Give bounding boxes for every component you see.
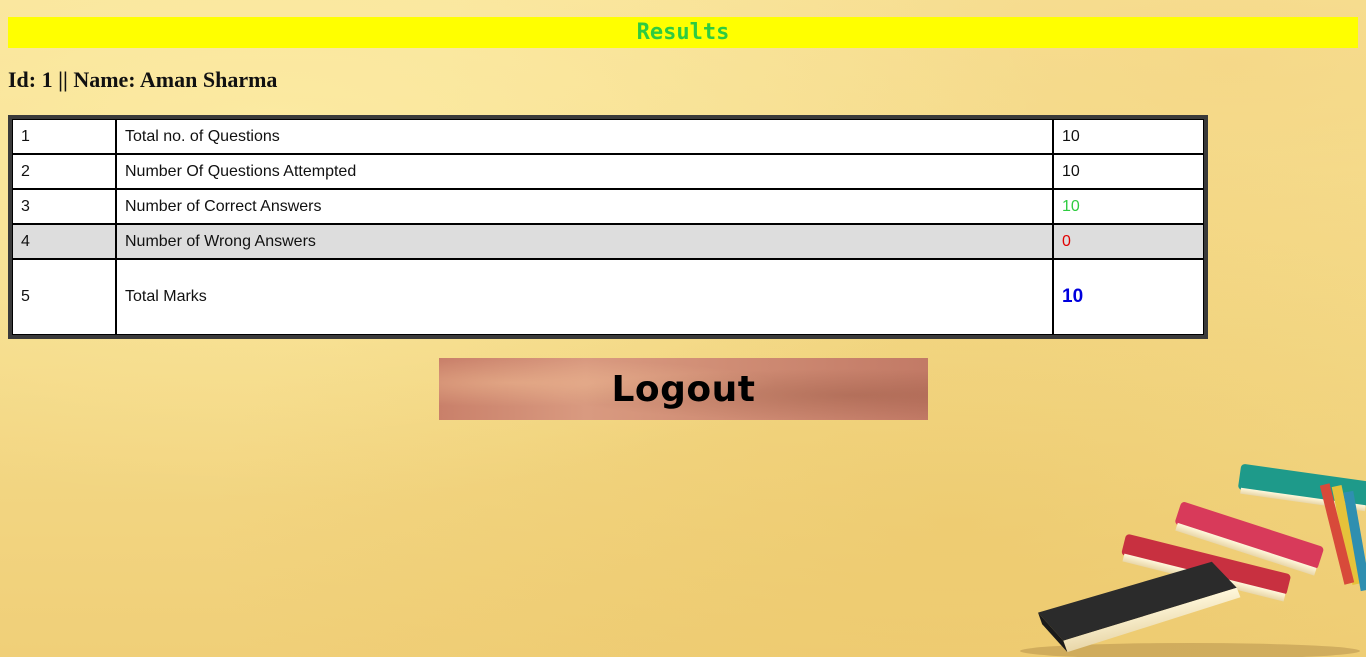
results-header-bar: Results [8, 17, 1358, 48]
row-label: Number Of Questions Attempted [116, 154, 1053, 189]
logout-button[interactable]: Logout [439, 358, 928, 420]
table-row: 1 Total no. of Questions 10 [12, 119, 1204, 154]
table-row: 2 Number Of Questions Attempted 10 [12, 154, 1204, 189]
results-title: Results [636, 20, 730, 45]
table-row: 4 Number of Wrong Answers 0 [12, 224, 1204, 259]
table-row: 3 Number of Correct Answers 10 [12, 189, 1204, 224]
results-table: 1 Total no. of Questions 10 2 Number Of … [8, 115, 1208, 339]
logout-button-label: Logout [611, 368, 756, 410]
row-value-wrong: 0 [1053, 224, 1204, 259]
row-number: 1 [12, 119, 116, 154]
row-value-total-questions: 10 [1053, 119, 1204, 154]
table-row: 5 Total Marks 10 [12, 259, 1204, 335]
row-number: 2 [12, 154, 116, 189]
row-number: 5 [12, 259, 116, 335]
row-value-correct: 10 [1053, 189, 1204, 224]
row-label: Total no. of Questions [116, 119, 1053, 154]
user-info-heading: Id: 1 || Name: Aman Sharma [8, 67, 278, 92]
row-number: 4 [12, 224, 116, 259]
row-label: Number of Wrong Answers [116, 224, 1053, 259]
row-number: 3 [12, 189, 116, 224]
row-value-attempted: 10 [1053, 154, 1204, 189]
row-label: Total Marks [116, 259, 1053, 335]
row-value-total-marks: 10 [1053, 259, 1204, 335]
row-label: Number of Correct Answers [116, 189, 1053, 224]
stacked-books-illustration [1020, 464, 1366, 657]
